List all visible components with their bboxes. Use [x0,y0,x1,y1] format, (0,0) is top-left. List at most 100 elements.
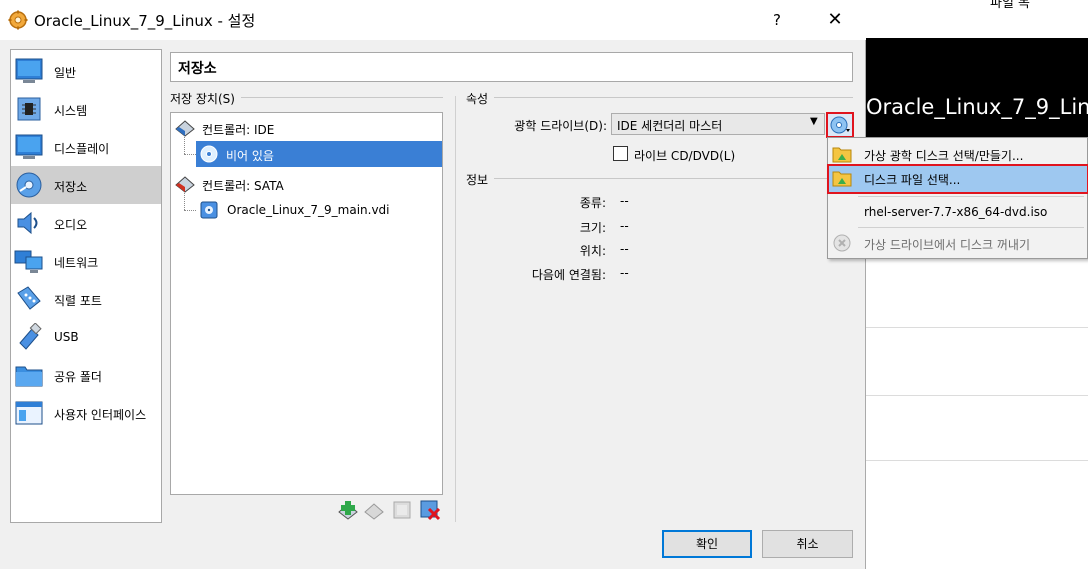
separator-line [466,97,853,98]
tree-item-label: Oracle_Linux_7_9_main.vdi [227,203,390,217]
background-divider [866,460,1088,461]
tree-item-controller-ide[interactable]: 컨트롤러: IDE [171,115,442,141]
disk-choice-menu: 가상 광학 디스크 선택/만들기... 디스크 파일 선택... rhel-se… [827,137,1088,259]
tree-item-label: 비어 있음 [226,149,274,163]
menu-separator [858,227,1084,228]
serial-port-icon [14,285,44,313]
nav-item-audio[interactable]: 오디오 [11,204,161,242]
nav-item-network[interactable]: 네트워크 [11,242,161,280]
virtualbox-app-icon [8,10,28,30]
remove-attachment-icon[interactable] [419,499,441,521]
folder-disk-icon [832,145,852,163]
nav-item-general[interactable]: 일반 [11,52,161,90]
nav-item-label: 시스템 [54,104,88,118]
audio-icon [14,209,44,237]
storage-devices-label: 저장 장치(S) [170,90,241,107]
tree-connector [184,193,185,210]
optical-drive-value: IDE 세컨더리 마스터 [617,119,723,133]
nav-item-label: 일반 [54,66,77,80]
background-window-title: 파일 목 [990,0,1031,11]
nav-item-label: 네트워크 [54,256,99,270]
usb-icon [14,322,44,351]
optical-drive-label: 광학 드라이브(D): [514,119,607,133]
network-icon [14,247,44,275]
tree-connector [184,210,196,211]
info-size-value: -- [620,219,629,233]
menu-item-label: 가상 광학 디스크 선택/만들기... [864,149,1024,163]
vm-preview-name: Oracle_Linux_7_9_Lin [866,95,1088,119]
tree-connector [184,137,185,154]
info-attached-to-value: -- [620,266,629,280]
live-cd-checkbox[interactable] [613,146,628,161]
optical-disc-icon [199,145,219,163]
menu-item-eject-disk[interactable]: 가상 드라이브에서 디스크 꺼내기 [828,230,1087,256]
background-window-titlebar [866,0,1088,38]
menu-item-label: rhel-server-7.7-x86_64-dvd.iso [864,205,1048,219]
info-location-value: -- [620,242,629,256]
dialog-title: Oracle_Linux_7_9_Linux - 설정 [34,12,256,30]
nav-item-label: USB [54,330,79,344]
system-icon [14,95,44,123]
tree-item-controller-sata[interactable]: 컨트롤러: SATA [171,171,442,197]
user-interface-icon [14,399,44,427]
nav-item-label: 공유 폴더 [54,370,102,384]
nav-item-label: 디스플레이 [54,142,110,156]
storage-icon [14,171,44,199]
eject-disk-icon [832,234,852,252]
nav-item-serial-port[interactable]: 직렬 포트 [11,280,161,318]
nav-item-usb[interactable]: USB [11,318,161,356]
background-divider [866,327,1088,328]
menu-item-rhel-iso[interactable]: rhel-server-7.7-x86_64-dvd.iso [828,199,1087,225]
info-type-value: -- [620,194,629,208]
optical-disc-icon [830,116,850,134]
page-title: 저장소 [178,61,217,77]
separator-line [466,178,853,179]
nav-item-label: 직렬 포트 [54,294,102,308]
menu-item-label: 가상 드라이브에서 디스크 꺼내기 [864,238,1031,252]
add-attachment-icon[interactable] [391,499,413,521]
info-attached-to-label: 다음에 연결됨: [531,268,606,282]
close-button[interactable]: ✕ [818,8,852,32]
cancel-button[interactable]: 취소 [762,530,853,558]
info-location-label: 위치: [579,244,606,258]
tree-item-label: 컨트롤러: IDE [202,123,275,137]
background-divider [866,395,1088,396]
ok-button[interactable]: 확인 [662,530,752,558]
attributes-label: 속성 [466,90,495,107]
information-label: 정보 [466,171,495,188]
settings-nav: 일반 시스템 디스플레이 저장소 오디오 네트워크 직렬 포트 USB 공유 폴… [10,49,162,523]
shared-folder-icon [14,361,44,389]
nav-item-system[interactable]: 시스템 [11,90,161,128]
nav-item-display[interactable]: 디스플레이 [11,128,161,166]
sata-controller-icon [175,175,195,193]
nav-item-user-interface[interactable]: 사용자 인터페이스 [11,394,161,432]
remove-controller-icon[interactable] [363,499,385,521]
folder-disk-icon [832,169,852,187]
general-icon [14,57,44,85]
hard-disk-icon [199,201,219,219]
page-header [170,52,853,82]
tree-item-empty-drive[interactable]: 비어 있음 [196,141,442,167]
ide-controller-icon [175,119,195,137]
nav-item-shared-folder[interactable]: 공유 폴더 [11,356,161,394]
add-controller-icon[interactable] [337,499,359,521]
tree-item-vdi[interactable]: Oracle_Linux_7_9_main.vdi [196,197,442,223]
nav-item-label: 사용자 인터페이스 [54,408,147,422]
display-icon [14,133,44,161]
live-cd-label: 라이브 CD/DVD(L) [634,149,736,163]
tree-connector [184,154,196,155]
storage-tree[interactable]: 컨트롤러: IDE 비어 있음 컨트롤러: SATA Oracle_Linux_… [170,112,443,495]
menu-separator [858,196,1084,197]
nav-item-label: 오디오 [54,218,88,232]
info-size-label: 크기: [579,221,606,235]
nav-item-label: 저장소 [54,180,88,194]
nav-item-storage[interactable]: 저장소 [11,166,161,204]
menu-item-label: 디스크 파일 선택... [864,173,961,187]
vm-preview [866,38,1088,148]
chevron-down-icon: ▼ [810,116,818,127]
menu-item-choose-disk-file[interactable]: 디스크 파일 선택... [827,164,1088,194]
panel-divider [455,96,456,522]
choose-disk-button[interactable] [826,112,854,138]
info-type-label: 종류: [579,196,606,210]
help-button[interactable]: ? [762,8,792,32]
